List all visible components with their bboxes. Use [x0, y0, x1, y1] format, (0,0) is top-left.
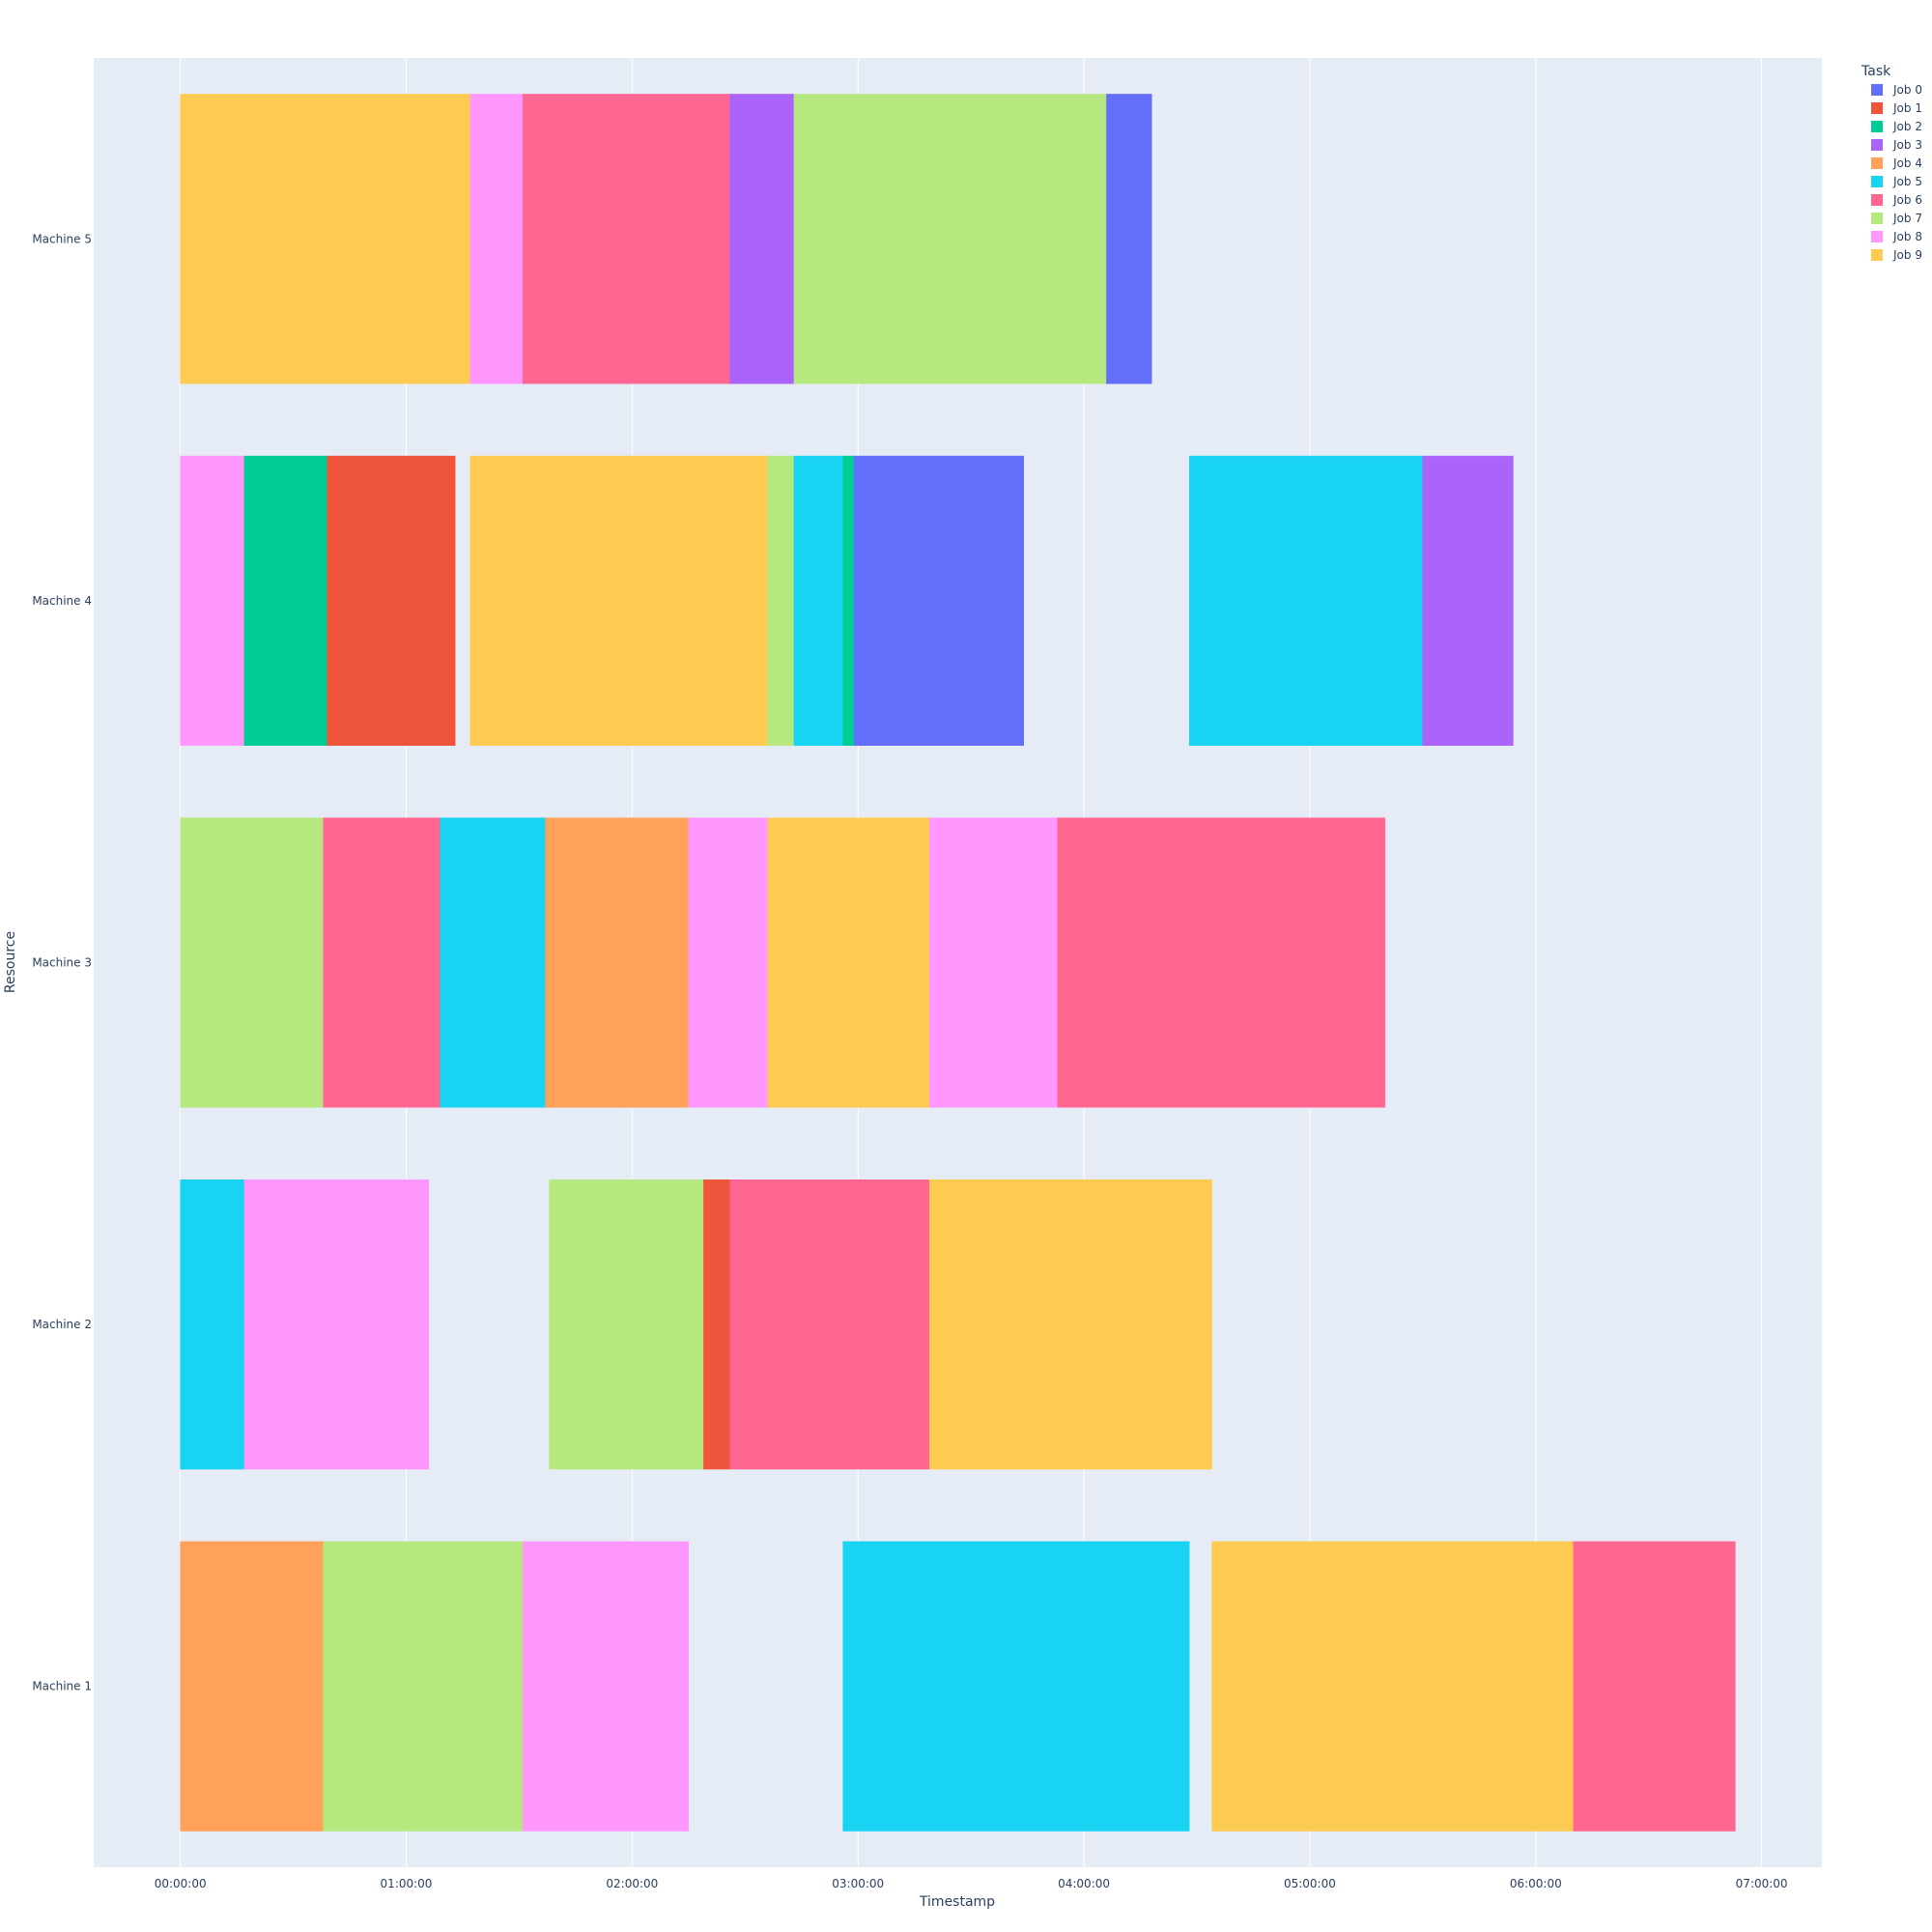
task-bar[interactable] [327, 455, 456, 746]
y-axis-title: Resource [3, 931, 18, 993]
task-bar[interactable] [854, 455, 1024, 746]
task-bar[interactable] [180, 1541, 325, 1832]
legend-swatch[interactable] [1871, 84, 1883, 96]
task-bar[interactable] [469, 455, 768, 746]
task-bar[interactable] [929, 1179, 1212, 1470]
legend-label[interactable]: Job 4 [1892, 156, 1922, 170]
legend: Task Job 0 Job 1 Job 2 Job 3 Job 4 Job 5 Job 6… [1861, 64, 1922, 262]
x-tick-label: 00:00:00 [155, 1877, 207, 1890]
task-bar[interactable] [620, 817, 690, 1108]
task-bar[interactable] [469, 94, 524, 384]
legend-label[interactable]: Job 5 [1892, 175, 1922, 188]
task-bar[interactable] [440, 817, 546, 1108]
legend-swatch[interactable] [1871, 139, 1883, 151]
legend-swatch[interactable] [1871, 176, 1883, 187]
task-bar[interactable] [793, 94, 1107, 384]
x-tick-label: 04:00:00 [1058, 1877, 1110, 1890]
legend-label[interactable]: Job 3 [1892, 138, 1922, 152]
task-bar[interactable] [1106, 94, 1152, 384]
task-bar[interactable] [243, 1179, 430, 1470]
gantt-chart: 00:00:00 01:00:00 02:00:00 03:00:00 04:00:00… [3, 58, 1922, 1910]
legend-swatch[interactable] [1871, 157, 1883, 169]
legend-label[interactable]: Job 8 [1892, 230, 1922, 243]
legend-swatch[interactable] [1871, 102, 1883, 114]
y-tick-label: Machine 5 [32, 232, 92, 245]
legend-label[interactable]: Job 1 [1892, 101, 1922, 115]
y-tick-label: Machine 4 [32, 594, 92, 608]
legend-swatch[interactable] [1871, 213, 1883, 224]
task-bar[interactable] [1573, 1541, 1736, 1832]
task-bar[interactable] [180, 817, 325, 1108]
task-bar[interactable] [549, 1179, 704, 1470]
legend-label[interactable]: Job 0 [1892, 83, 1922, 97]
task-bar[interactable] [323, 1541, 524, 1832]
legend-swatch[interactable] [1871, 121, 1883, 132]
x-tick-label: 07:00:00 [1736, 1877, 1788, 1890]
task-bar[interactable] [1057, 817, 1386, 1108]
task-bar[interactable] [842, 455, 855, 746]
task-bar[interactable] [729, 1179, 930, 1470]
task-bar[interactable] [1422, 455, 1514, 746]
x-tick-label: 01:00:00 [381, 1877, 433, 1890]
task-bar[interactable] [767, 817, 930, 1108]
x-tick-label: 02:00:00 [606, 1877, 658, 1890]
task-bar[interactable] [688, 817, 768, 1108]
task-bar[interactable] [729, 94, 795, 384]
legend-title: Task [1861, 64, 1891, 79]
y-tick-label: Machine 2 [32, 1318, 92, 1331]
task-bar[interactable] [703, 1179, 730, 1470]
task-bar[interactable] [180, 1179, 245, 1470]
y-tick-label: Machine 1 [32, 1680, 92, 1693]
legend-label[interactable]: Job 7 [1892, 212, 1922, 225]
x-axis-title: Timestamp [919, 1894, 995, 1910]
legend-label[interactable]: Job 9 [1892, 248, 1922, 262]
task-bar[interactable] [1211, 1541, 1575, 1832]
x-tick-labels: 00:00:00 01:00:00 02:00:00 03:00:00 04:00:00… [155, 1877, 1788, 1890]
task-bar[interactable] [323, 817, 440, 1108]
task-bar[interactable] [523, 94, 730, 384]
x-tick-label: 03:00:00 [832, 1877, 884, 1890]
task-bar[interactable] [180, 94, 471, 384]
task-bar[interactable] [842, 1541, 1190, 1832]
task-bar[interactable] [523, 1541, 690, 1832]
legend-swatch[interactable] [1871, 249, 1883, 261]
legend-swatch[interactable] [1871, 231, 1883, 242]
task-bar[interactable] [1188, 455, 1424, 746]
legend-label[interactable]: Job 2 [1892, 120, 1922, 133]
y-tick-labels: Machine 5 Machine 4 Machine 3 Machine 2 Mach… [32, 232, 92, 1692]
legend-swatch[interactable] [1871, 194, 1883, 206]
task-bar[interactable] [243, 455, 327, 746]
y-tick-label: Machine 3 [32, 956, 92, 970]
task-bar[interactable] [793, 455, 843, 746]
task-bar[interactable] [767, 455, 795, 746]
task-bar[interactable] [929, 817, 1059, 1108]
legend-label[interactable]: Job 6 [1892, 193, 1922, 207]
x-tick-label: 05:00:00 [1284, 1877, 1336, 1890]
x-tick-label: 06:00:00 [1510, 1877, 1562, 1890]
task-bar[interactable] [545, 817, 621, 1108]
task-bar[interactable] [180, 455, 245, 746]
